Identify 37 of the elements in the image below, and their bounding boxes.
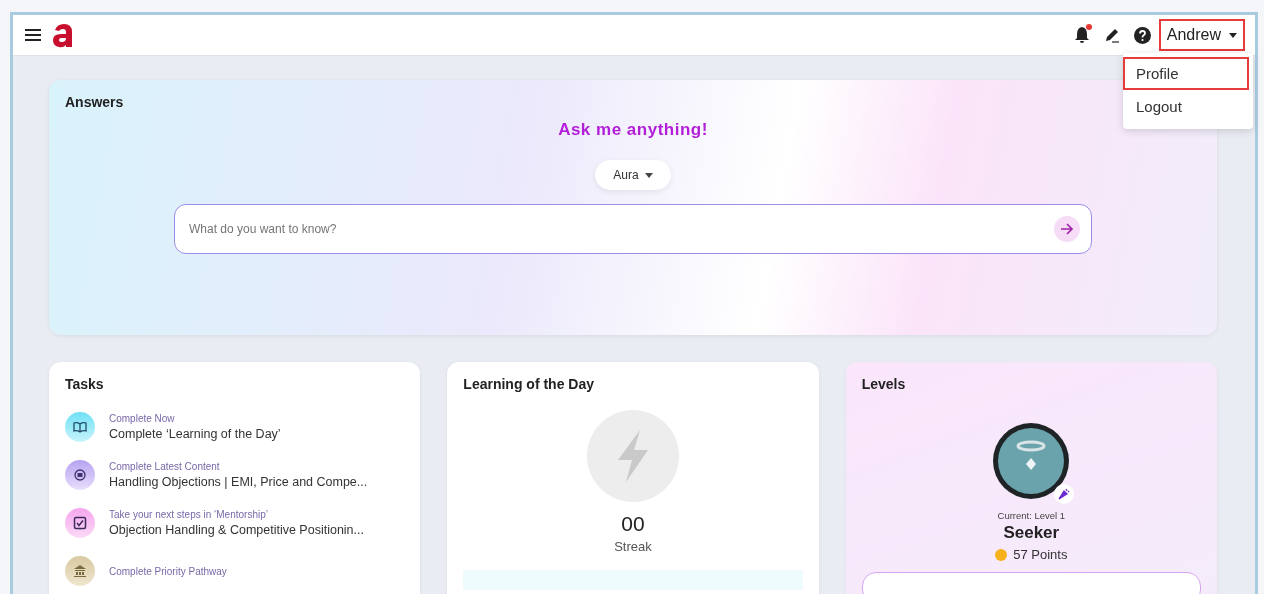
coin-icon xyxy=(995,548,1008,561)
current-level: Current: Level 1 xyxy=(997,510,1066,521)
user-menu-button[interactable]: Andrew xyxy=(1158,19,1245,51)
points-count: 57 Points xyxy=(1013,547,1068,562)
arrow-right-icon xyxy=(1060,222,1074,236)
card-title: Learning of the Day xyxy=(463,376,594,392)
menu-item[interactable]: Profile xyxy=(1123,57,1249,90)
building-icon xyxy=(73,564,87,578)
menu-icon[interactable] xyxy=(25,29,41,41)
level-name: Seeker xyxy=(1003,523,1060,543)
help-icon[interactable] xyxy=(1133,26,1151,44)
card-title: Levels xyxy=(861,376,906,392)
task-caption: Complete Priority Pathway xyxy=(109,565,227,577)
search-field[interactable]: What do you want to know? xyxy=(174,204,1092,254)
task-link[interactable]: Complete ‘Learning of the Day’ xyxy=(109,427,281,441)
task-caption: Take your next steps in ‘Mentorship’ xyxy=(109,509,269,520)
caret-icon xyxy=(644,172,653,178)
sparkle-icon xyxy=(1054,484,1075,504)
streak-count: 00 xyxy=(621,512,645,536)
card-title: Answers xyxy=(65,94,124,110)
pen-icon[interactable] xyxy=(1103,27,1120,43)
task-caption: Complete Now xyxy=(109,413,176,424)
task-caption: Complete Latest Content xyxy=(109,461,221,472)
lightning-icon xyxy=(616,430,650,482)
model-dropdown[interactable]: Aura xyxy=(595,160,671,190)
caret-icon xyxy=(1229,32,1237,38)
task-link[interactable]: Handling Objections | EMI, Price and Compe... xyxy=(109,475,368,489)
card-title: Tasks xyxy=(65,376,104,392)
logo-icon[interactable] xyxy=(51,21,75,49)
checkbox-icon xyxy=(73,516,87,530)
streak-label: Streak xyxy=(614,539,652,554)
menu-item[interactable]: Logout xyxy=(1123,90,1249,123)
book-icon xyxy=(73,420,87,434)
notification-bell-icon[interactable] xyxy=(1073,26,1090,44)
task-link[interactable]: Objection Handling & Competitive Positionin... xyxy=(109,523,364,537)
headline: Ask me anything! xyxy=(558,120,708,140)
level-badge-icon xyxy=(992,422,1071,500)
